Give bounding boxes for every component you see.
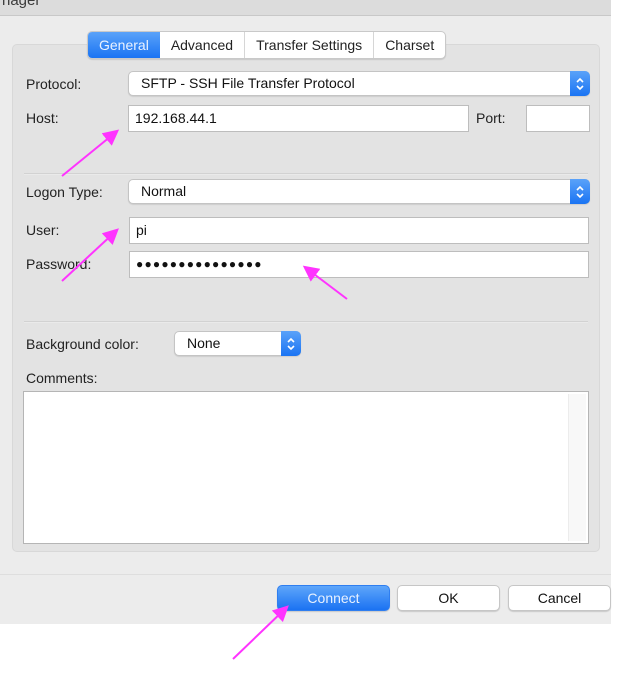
user-label: User: [26,222,60,238]
tab-bar: General Advanced Transfer Settings Chars… [87,31,447,59]
user-input[interactable]: pi [129,217,589,244]
connect-button[interactable]: Connect [277,585,390,611]
password-label: Password: [26,256,92,272]
comments-scrollbar[interactable] [568,394,586,541]
logon-type-select[interactable]: Normal [128,179,590,204]
comments-label: Comments: [26,370,98,386]
logon-type-label: Logon Type: [26,184,103,200]
tab-general[interactable]: General [88,32,160,58]
title-bar: nager [0,0,611,16]
section-divider [24,173,588,175]
tab-charset[interactable]: Charset [374,32,445,58]
tab-transfer-settings[interactable]: Transfer Settings [245,32,375,58]
chevron-up-down-icon [281,331,301,356]
background-color-value: None [187,335,221,351]
protocol-select[interactable]: SFTP - SSH File Transfer Protocol [128,71,590,96]
comments-textarea[interactable] [23,391,589,544]
site-manager-window: nager General Advanced Transfer Settings… [0,0,611,624]
background-color-label: Background color: [26,336,139,352]
tab-advanced[interactable]: Advanced [160,32,246,58]
section-divider [24,321,588,323]
protocol-label: Protocol: [26,76,82,92]
password-input[interactable]: ●●●●●●●●●●●●●●● [129,251,589,278]
window-title: nager [2,0,41,9]
port-input[interactable] [526,105,590,132]
footer-divider [0,574,611,575]
chevron-up-down-icon [570,71,590,96]
protocol-value: SFTP - SSH File Transfer Protocol [141,75,355,91]
chevron-up-down-icon [570,179,590,204]
logon-type-value: Normal [141,183,187,199]
ok-button[interactable]: OK [397,585,500,611]
host-label: Host: [26,110,59,126]
port-label: Port: [476,110,506,126]
cancel-button[interactable]: Cancel [508,585,611,611]
host-input[interactable]: 192.168.44.1 [128,105,469,132]
background-color-select[interactable]: None [174,331,301,356]
